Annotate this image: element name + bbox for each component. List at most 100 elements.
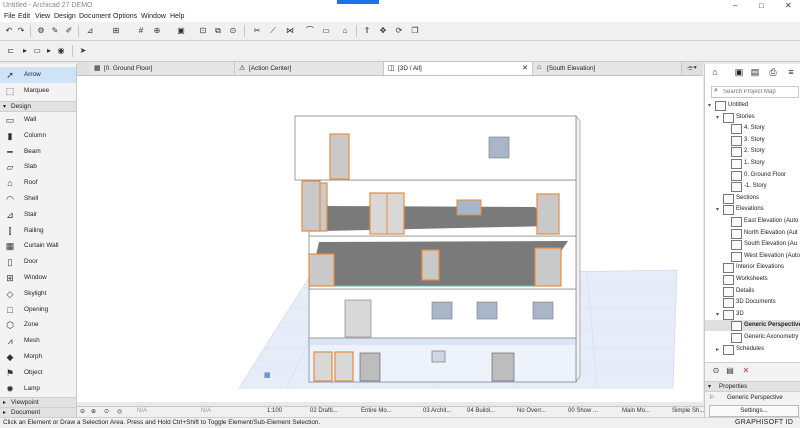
model-view-selector[interactable]: Entire Mo... [361, 408, 392, 417]
tree-root[interactable]: ▾ Untitled [705, 100, 800, 111]
tree-3d-view[interactable]: Generic Perspective [705, 320, 800, 332]
pen-set-selector[interactable]: 03 Archit... [423, 408, 451, 417]
tree-story[interactable]: 3. Story [705, 135, 800, 146]
tab-3d-all[interactable]: ◫ [3D / All] ✕ [384, 62, 533, 75]
tree-elevations[interactable]: ▾ Elevations [705, 204, 800, 216]
tool-railing[interactable]: ⫿ Railing [0, 223, 76, 239]
tree-elevation[interactable]: West Elevation (Auto [705, 251, 800, 262]
chevron-right-icon[interactable]: ▸ [716, 346, 719, 353]
tool-wall[interactable]: ▭ Wall [0, 112, 76, 128]
mirror-icon[interactable]: ⧉ [213, 26, 223, 35]
zoom-in-icon[interactable]: ⊕ [91, 408, 96, 417]
elevate-icon[interactable]: ⇑ [362, 26, 372, 35]
design-section-header[interactable]: ▾ Design [0, 101, 76, 112]
measure-icon[interactable]: ⊡ [198, 26, 208, 35]
menu-design[interactable]: Design [54, 13, 76, 20]
marquee-tool[interactable]: ⬚ Marquee [0, 83, 76, 99]
grid-icon[interactable]: # [136, 26, 146, 35]
chevron-down-icon[interactable]: ▾ [716, 311, 719, 318]
drop-arrow-icon[interactable]: ▸ [44, 46, 54, 55]
zoom-icon[interactable]: ⊙ [228, 26, 238, 35]
settings-button[interactable]: Settings... [709, 405, 799, 417]
tab-options-icon[interactable]: ⌯▾ [685, 63, 699, 72]
injection-icon[interactable]: ✐ [64, 26, 74, 35]
search-input[interactable] [723, 87, 795, 96]
tree-stories[interactable]: ▾ Stories [705, 112, 800, 123]
tool-column[interactable]: ▮ Column [0, 128, 76, 144]
tree-3d-documents[interactable]: 3D Documents [705, 297, 800, 309]
project-map-search[interactable]: ⌕ [711, 86, 799, 98]
tool-lamp[interactable]: ✹ Lamp [0, 381, 76, 397]
project-map-icon[interactable]: ⌂ [709, 67, 721, 77]
menu-edit[interactable]: Edit [18, 13, 30, 20]
tab-action-center[interactable]: ⚠ [Action Center] [235, 62, 384, 75]
tree-story[interactable]: 2. Story [705, 146, 800, 158]
tree-sections[interactable]: Sections [705, 193, 800, 204]
scale-selector[interactable]: 1:100 [267, 408, 282, 417]
menu-window[interactable]: Window [141, 13, 166, 20]
publisher-icon[interactable]: ⎙ [767, 67, 779, 77]
tool-skylight[interactable]: ◇ Skylight [0, 286, 76, 302]
tab-south-elevation[interactable]: ⌂ [South Elevation] [533, 62, 682, 75]
roof-tool-icon[interactable]: ⌂ [340, 26, 350, 35]
minimize-button[interactable]: – [733, 1, 737, 10]
tool-zone[interactable]: ⬡ Zone [0, 317, 76, 333]
eyedropper-icon[interactable]: ✎ [50, 26, 60, 35]
clone-icon[interactable]: ▤ [725, 366, 735, 375]
layout-book-icon[interactable]: ▤ [749, 67, 761, 77]
maximize-button[interactable]: □ [759, 1, 764, 10]
renovation-filter-selector[interactable]: 00 Show ... [568, 408, 598, 417]
graphisoft-id-link[interactable]: GRAPHISOFT ID [735, 419, 793, 426]
offset-icon[interactable]: ▭ [321, 26, 331, 35]
fillet-icon[interactable]: ⌒ [305, 26, 315, 35]
tool-morph[interactable]: ◆ Morph [0, 349, 76, 365]
intersect-icon[interactable]: ⋈ [285, 26, 295, 35]
cursor-icon[interactable]: ➤ [78, 46, 88, 55]
tree-story[interactable]: -1. Story [705, 181, 800, 193]
zoom-fit-icon[interactable]: ⊙ [104, 408, 109, 417]
orbit-view-icon[interactable]: ◎ [117, 408, 122, 417]
chevron-down-icon[interactable]: ▾ [708, 102, 711, 109]
drop-arrow-icon[interactable]: ▸ [20, 46, 30, 55]
tree-story[interactable]: 1. Story [705, 158, 800, 169]
tree-3d-view[interactable]: Generic Axonometry [705, 332, 800, 343]
tool-curtain-wall[interactable]: ▦ Curtain Wall [0, 238, 76, 254]
chevron-down-icon[interactable]: ▾ [716, 114, 719, 121]
3d-view-icon[interactable]: ▭ [32, 46, 42, 55]
tool-shell[interactable]: ◠ Shell [0, 191, 76, 207]
graphic-override-selector[interactable]: No Overr... [517, 408, 546, 417]
move-icon[interactable]: ✥ [378, 26, 388, 35]
undo-icon[interactable]: ↶ [4, 26, 14, 35]
trace-icon[interactable]: ▣ [176, 26, 186, 35]
tree-schedules[interactable]: ▸ Schedules [705, 344, 800, 355]
close-tab-icon[interactable]: ✕ [522, 64, 528, 72]
menu-help[interactable]: Help [170, 13, 184, 20]
tree-elevation[interactable]: East Elevation (Auto [705, 216, 800, 227]
split-icon[interactable]: ✂ [252, 26, 262, 35]
adjust-icon[interactable]: ⟋ [268, 26, 278, 35]
duplicate-icon[interactable]: ❐ [410, 26, 420, 35]
arrow-tool[interactable]: ➚ Arrow [0, 67, 76, 83]
tab-ground-floor[interactable]: ▦ [0. Ground Floor] [90, 62, 235, 75]
menu-view[interactable]: View [35, 13, 50, 20]
tree-details[interactable]: Details [705, 286, 800, 297]
menu-icon[interactable]: ≡ [785, 67, 797, 77]
close-button[interactable]: ✕ [785, 1, 792, 10]
rotate-icon[interactable]: ⟳ [394, 26, 404, 35]
redo-icon[interactable]: ↷ [16, 26, 26, 35]
tool-stair[interactable]: ⊿ Stair [0, 207, 76, 223]
tool-slab[interactable]: ▱ Slab [0, 159, 76, 175]
pet-palette-icon[interactable]: ⚙ [36, 26, 46, 35]
tree-worksheets[interactable]: Worksheets [705, 274, 800, 285]
tree-3d[interactable]: ▾ 3D [705, 309, 800, 320]
layers-icon[interactable]: ⊿ [85, 26, 95, 35]
tree-interior-elevations[interactable]: Interior Elevations [705, 262, 800, 274]
chevron-down-icon[interactable]: ▾ [716, 206, 719, 213]
menu-options[interactable]: Options [113, 13, 137, 20]
tool-object[interactable]: ⚑ Object [0, 365, 76, 381]
floor-plan-view-icon[interactable]: ⊏ [6, 46, 16, 55]
tool-opening[interactable]: □ Opening [0, 302, 76, 318]
orbit-icon[interactable]: ◉ [56, 46, 66, 55]
properties-header[interactable]: ▾ Properties [705, 381, 800, 392]
tree-story[interactable]: 0. Ground Floor [705, 170, 800, 181]
